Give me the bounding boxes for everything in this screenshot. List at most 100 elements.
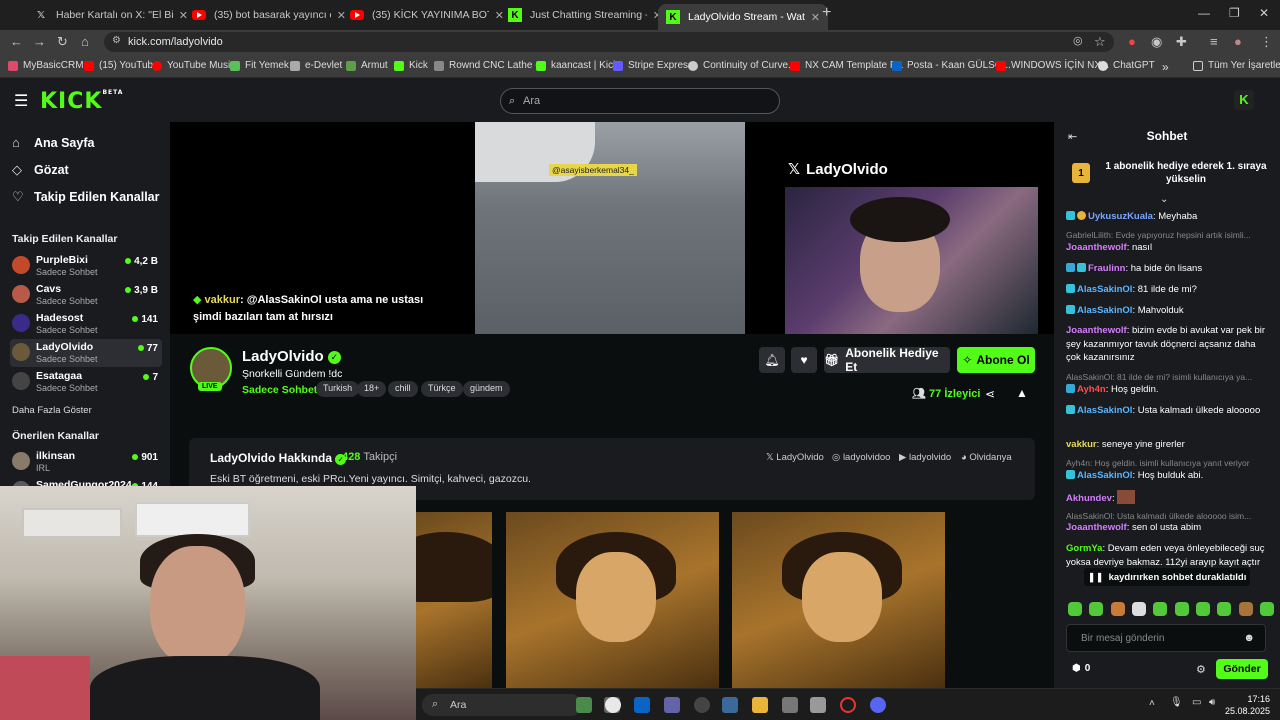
menu-icon[interactable]: ⋮ <box>1260 34 1273 50</box>
close-window-icon[interactable]: ✕ <box>1259 6 1269 20</box>
bookmark-item[interactable]: (15) YouTube <box>84 60 159 71</box>
tab-ladyolvido[interactable]: K LadyOlvido Stream - Watch Live ✕ <box>658 4 828 30</box>
sidebar-channel-ilkinsan[interactable]: ilkinsan IRL 901 <box>10 448 162 476</box>
sidebar-channel-esatagaa[interactable]: Esatagaa Sadece Sohbet 7 <box>10 368 162 396</box>
bookmark-star-icon[interactable]: ☆ <box>1094 34 1106 50</box>
gift-subscription-button[interactable]: 🎁︎ Abonelik Hediye Et <box>824 346 950 374</box>
tray-chevron-icon[interactable]: ˄ <box>1149 698 1155 709</box>
emote-icon[interactable] <box>1174 602 1189 616</box>
bookmark-item[interactable]: Fit Yemek <box>230 60 289 71</box>
chat-message[interactable]: UykusuzKuala: Meyhaba <box>1066 210 1268 224</box>
more-bookmarks-button[interactable]: » <box>1162 60 1169 74</box>
chat-message[interactable]: Joaanthewolf: sen ol usta abim <box>1066 521 1268 535</box>
chat-message[interactable]: Ayh4n: Hoş geldin. <box>1066 383 1268 397</box>
app-icon[interactable] <box>694 697 710 713</box>
emote-icon[interactable] <box>1238 602 1253 616</box>
url-input[interactable]: ⚙ kick.com/ladyolvido <box>104 32 1114 52</box>
media-icon[interactable]: ≡ <box>1210 34 1218 49</box>
notification-bell-button[interactable]: 🔔︎ <box>759 347 785 373</box>
tag-18plus[interactable]: 18+ <box>357 381 387 397</box>
send-button[interactable]: Gönder <box>1216 659 1268 679</box>
taskbar-search[interactable]: ⌕ Ara <box>422 694 582 716</box>
chat-message-input[interactable]: Bir mesaj gönderin ☻ <box>1066 624 1266 652</box>
bookmark-item[interactable]: ChatGPT <box>1098 60 1155 71</box>
opera-icon[interactable] <box>840 697 856 713</box>
minimize-icon[interactable]: — <box>1198 6 1210 20</box>
chat-message[interactable]: GormYa: Devam eden veya önleyebileceği s… <box>1066 542 1268 569</box>
bookmark-item[interactable]: Rownd CNC Lathe -... <box>434 60 547 71</box>
video-player[interactable]: @asayisberkemal34_ 𝕏 LadyOlvido ◆ vakkur:… <box>170 122 1054 334</box>
bookmark-item[interactable]: Kick <box>394 60 428 71</box>
new-tab-button[interactable]: + <box>822 4 831 22</box>
restore-icon[interactable]: ❐ <box>1229 6 1240 20</box>
chat-message[interactable]: AlasSakinOl: Usta kalmadı ülkede alooooo <box>1066 404 1268 418</box>
share-icon[interactable]: ⋖ <box>985 387 995 401</box>
stream-category[interactable]: Sadece Sohbet <box>242 384 317 396</box>
microphone-icon[interactable]: 🎙︎ <box>1170 697 1183 708</box>
bookmark-item[interactable]: e-Devlet <box>290 60 342 71</box>
channel-panel-image[interactable] <box>732 512 945 688</box>
channel-points[interactable]: ⬢ 0 <box>1072 663 1090 674</box>
tab-just-chatting[interactable]: K Just Chatting Streaming - Live S ✕ <box>500 4 670 26</box>
tab-kick-yayinima[interactable]: (35) KİCK YAYINIMA BOT BASTI ✕ <box>342 4 512 26</box>
site-info-icon[interactable]: ⚙ <box>112 35 121 46</box>
tag-gundem[interactable]: gündem <box>463 381 510 397</box>
bookmark-item[interactable]: MyBasicCRM <box>8 60 84 71</box>
bookmark-item[interactable]: WINDOWS İÇİN NX... <box>996 60 1109 71</box>
taskbar-clock[interactable]: 17:16 25.08.2025 <box>1225 693 1270 717</box>
widget-icon[interactable] <box>576 697 592 713</box>
chat-settings-icon[interactable]: ⚙ <box>1196 663 1206 676</box>
channel-name[interactable]: LadyOlvido ✓ <box>242 348 341 365</box>
bookmark-item[interactable]: Stripe Express <box>613 60 693 71</box>
report-icon[interactable]: ▲ <box>1016 386 1028 400</box>
profile-avatar[interactable]: ● <box>1234 34 1242 49</box>
chat-message[interactable]: AlasSakinOl: Hoş bulduk abi. <box>1066 469 1268 483</box>
tag-turkce[interactable]: Türkçe <box>421 381 463 397</box>
chat-paused-indicator[interactable]: ❚❚ kaydırırken sohbet duraklatıldı <box>1084 568 1250 586</box>
tag-chill[interactable]: chill <box>388 381 418 397</box>
all-bookmarks-folder[interactable]: Tüm Yer İşaretleri <box>1193 60 1280 71</box>
hamburger-menu-icon[interactable]: ☰ <box>14 91 28 111</box>
app-icon[interactable] <box>722 697 738 713</box>
volume-icon[interactable]: 🔊︎ <box>1209 697 1215 708</box>
chat-message[interactable]: AlasSakinOl: 81 ilde de mi? <box>1066 283 1268 297</box>
emote-icon[interactable] <box>1068 602 1082 616</box>
teams-icon[interactable] <box>664 697 680 713</box>
chrome-icon[interactable] <box>605 697 621 713</box>
sidebar-channel-ladyolvido[interactable]: LadyOlvido Sadece Sohbet 77 <box>10 339 162 367</box>
social-instagram-link[interactable]: ◎ ladyolvidoo <box>832 452 890 463</box>
bookmark-item[interactable]: YouTube Music <box>152 60 235 71</box>
emote-icon[interactable] <box>1153 602 1168 616</box>
bookmark-item[interactable]: Armut <box>346 60 388 71</box>
search-input[interactable]: ⌕ Ara <box>500 88 780 114</box>
network-icon[interactable]: ▭ <box>1192 697 1201 708</box>
calculator-icon[interactable] <box>782 697 798 713</box>
app-icon[interactable] <box>810 697 826 713</box>
eye-off-icon[interactable]: ◎ <box>1073 34 1083 47</box>
sidebar-channel-purplebixi[interactable]: PurpleBixi Sadece Sohbet 4,2 B <box>10 252 162 280</box>
chat-message[interactable]: Joaanthewolf: nasıl <box>1066 241 1268 255</box>
expand-pinned-icon[interactable]: ⌄ <box>1160 194 1168 205</box>
emote-icon[interactable] <box>1110 602 1125 616</box>
tab-haber-kartali[interactable]: 𝕏 Haber Kartalı on X: "El Bilal Tou ✕ <box>26 4 196 26</box>
show-more-link[interactable]: Daha Fazla Göster <box>12 405 92 416</box>
subscribe-button[interactable]: ✧ Abone Ol <box>957 347 1035 373</box>
gift-leaderboard-banner[interactable]: 1 1 abonelik hediye ederek 1. sıraya yük… <box>1062 152 1272 194</box>
nav-browse[interactable]: ◇ Gözat <box>12 162 69 178</box>
kick-logo[interactable]: KICKBETA <box>40 89 123 114</box>
chat-message[interactable]: AlasSakinOl: Mahvolduk <box>1066 304 1268 318</box>
outlook-icon[interactable] <box>634 697 650 713</box>
bookmark-item[interactable]: Continuity of Curve... <box>688 60 796 71</box>
sidebar-channel-cavs[interactable]: Cavs Sadece Sohbet 3,9 B <box>10 281 162 309</box>
tab-bot-basarak[interactable]: (35) bot basarak yayıncı oldum ✕ <box>184 4 354 26</box>
emote-icon[interactable] <box>1131 602 1146 616</box>
puzzle-icon[interactable]: ✚ <box>1176 34 1187 50</box>
user-avatar[interactable]: K <box>1234 90 1254 110</box>
emote-icon[interactable] <box>1259 602 1274 616</box>
chat-message[interactable]: vakkur: seneye yine girerler <box>1066 438 1268 452</box>
discord-icon[interactable] <box>870 697 886 713</box>
channel-panel-image[interactable] <box>416 512 492 688</box>
emote-icon[interactable] <box>1217 602 1232 616</box>
emote-icon[interactable] <box>1089 602 1104 616</box>
bookmark-item[interactable]: Posta - Kaan GÜLSO... <box>892 60 1011 71</box>
